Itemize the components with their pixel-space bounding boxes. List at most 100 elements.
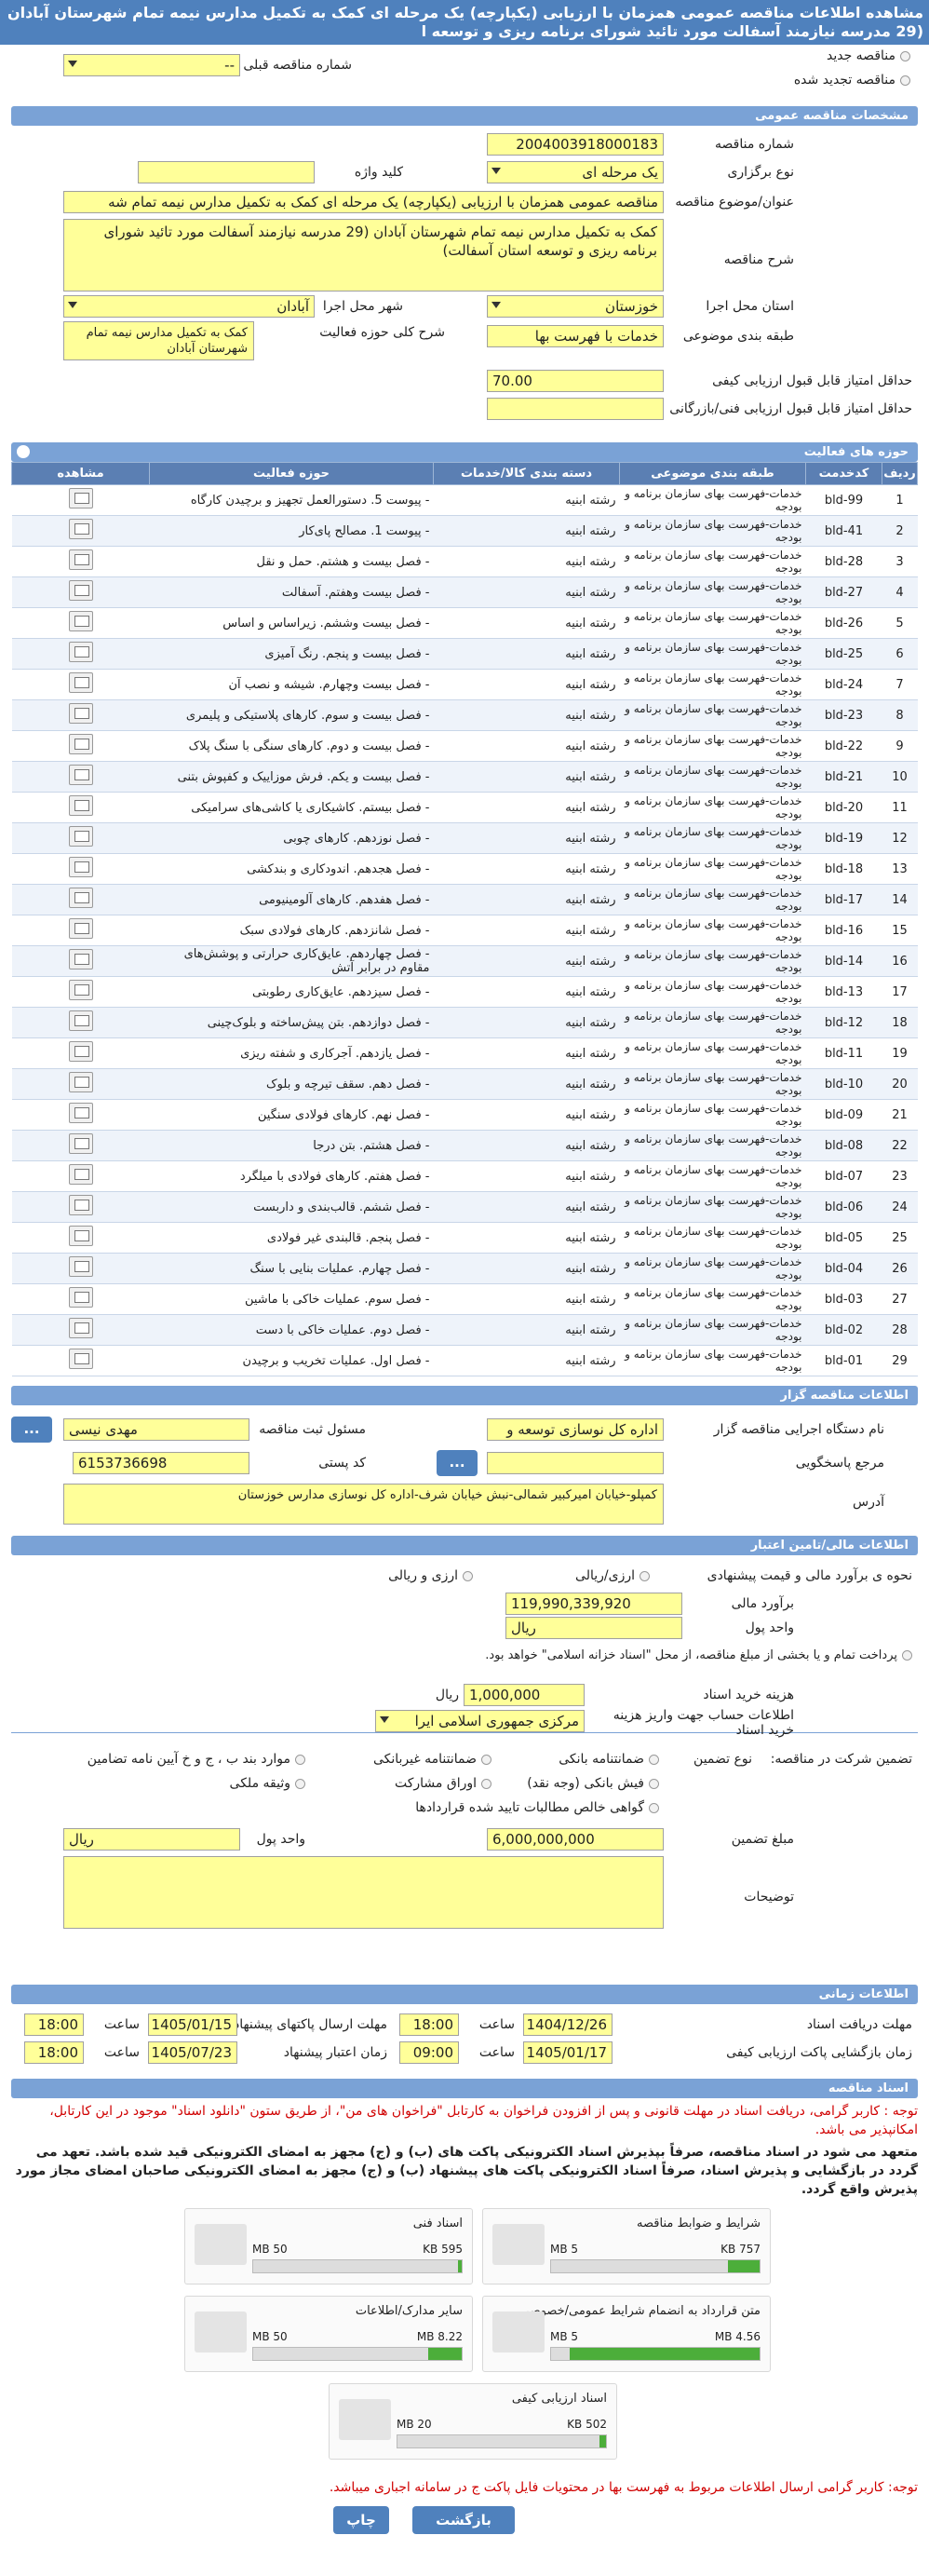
send-time[interactable]: 18:00 <box>24 2013 84 2036</box>
view-cell <box>11 1037 150 1069</box>
checkbox-icon[interactable] <box>649 1802 659 1813</box>
arz-option[interactable]: ارزی و ریالی <box>388 1568 473 1583</box>
view-icon[interactable] <box>68 1041 93 1062</box>
select-responsible-button[interactable]: ... <box>11 1417 52 1443</box>
description-field[interactable]: کمک به تکمیل مدارس نیمه تمام شهرستان آبا… <box>63 219 664 291</box>
back-button[interactable]: بازگشت <box>412 2506 515 2534</box>
previous-tender-select[interactable]: -- <box>63 54 240 76</box>
checkbox-icon[interactable] <box>295 1778 305 1789</box>
currency-field[interactable]: ریال <box>505 1617 682 1639</box>
view-icon[interactable] <box>68 980 93 1000</box>
checkbox-icon[interactable] <box>649 1778 659 1789</box>
file-card[interactable]: اسناد فنی 595 KB 50 MB <box>184 2208 473 2285</box>
view-icon[interactable] <box>68 1226 93 1246</box>
renewed-tender-option[interactable]: مناقصه تجدید شده <box>794 73 910 88</box>
cash-option[interactable]: فیش بانکی (وجه نقد) <box>527 1776 659 1791</box>
new-tender-option[interactable]: مناقصه جدید <box>827 48 910 63</box>
open-date[interactable]: 1405/01/17 <box>523 2041 613 2064</box>
print-button[interactable]: چاپ <box>333 2506 389 2534</box>
view-icon[interactable] <box>68 1256 93 1277</box>
min-quality-field[interactable]: 70.00 <box>487 370 664 392</box>
checkbox-icon[interactable] <box>649 1754 659 1765</box>
certificate-option[interactable]: گواهی خالص مطالبات تایید شده قراردادها <box>415 1800 659 1815</box>
view-icon[interactable] <box>68 888 93 908</box>
subject-field[interactable]: مناقصه عمومی همزمان با ارزیابی (یکپارچه)… <box>63 191 664 213</box>
checkbox-icon[interactable] <box>295 1754 305 1765</box>
holding-type-select[interactable]: یک مرحله ای <box>487 161 664 183</box>
collapse-icon[interactable] <box>17 445 30 458</box>
validity-time[interactable]: 18:00 <box>24 2041 84 2064</box>
view-icon[interactable] <box>68 580 93 601</box>
bank-guarantee-option[interactable]: ضمانتنامه بانکی <box>559 1752 659 1767</box>
reference-field[interactable] <box>487 1452 664 1474</box>
view-icon[interactable] <box>68 765 93 785</box>
view-icon[interactable] <box>68 1010 93 1031</box>
org-field[interactable]: اداره کل نوسازی توسعه و <box>487 1418 664 1441</box>
keyword-field[interactable] <box>138 161 315 183</box>
nonbank-guarantee-option[interactable]: ضمانتنامه غیربانکی <box>373 1752 491 1767</box>
category-cell: خدمات-فهرست بهای سازمان برنامه و بودجه <box>619 515 806 547</box>
view-icon[interactable] <box>68 1164 93 1185</box>
tender-no-field[interactable]: 2004003918000183 <box>487 133 664 156</box>
city-select[interactable]: آبادان <box>63 295 315 318</box>
notes-field[interactable] <box>63 1856 664 1929</box>
view-icon[interactable] <box>68 1072 93 1092</box>
guarantee-currency-field[interactable]: ریال <box>63 1828 240 1851</box>
view-icon[interactable] <box>68 488 93 508</box>
doc-fee-field[interactable]: 1,000,000 <box>464 1684 585 1706</box>
get-docs-date[interactable]: 1404/12/26 <box>523 2013 613 2036</box>
open-time[interactable]: 09:00 <box>399 2041 459 2064</box>
view-icon[interactable] <box>68 918 93 939</box>
file-card[interactable]: متن قرارداد به انضمام شرایط عمومی/خصوصی 4… <box>482 2296 771 2372</box>
postal-field[interactable]: 6153736698 <box>73 1452 249 1474</box>
view-icon[interactable] <box>68 826 93 847</box>
view-icon[interactable] <box>68 1349 93 1369</box>
service-code: bld-27 <box>805 576 882 608</box>
province-select[interactable]: خوزستان <box>487 295 664 318</box>
checkbox-icon[interactable] <box>481 1754 491 1765</box>
estimate-field[interactable]: 119,990,339,920 <box>505 1593 682 1615</box>
get-docs-time[interactable]: 18:00 <box>399 2013 459 2036</box>
view-icon[interactable] <box>68 1195 93 1215</box>
responsible-field[interactable]: مهدی نیسی <box>63 1418 249 1441</box>
activities-table: ردیف کدخدمت طبقه بندی موضوعی دسته بندی ک… <box>11 462 918 1376</box>
rial-option[interactable]: ارزی/ریالی <box>575 1568 650 1583</box>
view-icon[interactable] <box>68 734 93 754</box>
radio-icon[interactable] <box>900 50 910 61</box>
view-icon[interactable] <box>68 795 93 816</box>
address-field[interactable]: کمپلو-خیابان امیرکبیر شمالی-نبش خیابان ش… <box>63 1484 664 1525</box>
radio-icon[interactable] <box>463 1570 473 1581</box>
radio-icon[interactable] <box>900 75 910 86</box>
select-reference-button[interactable]: ... <box>437 1450 478 1476</box>
view-icon[interactable] <box>68 703 93 724</box>
radio-icon[interactable] <box>640 1570 650 1581</box>
view-icon[interactable] <box>68 1318 93 1338</box>
view-icon[interactable] <box>68 642 93 662</box>
checkbox-icon[interactable] <box>902 1650 912 1661</box>
view-icon[interactable] <box>68 519 93 539</box>
activity-desc-field[interactable]: کمک به تکمیل مدارس نیمه تمام شهرستان آبا… <box>63 321 254 360</box>
view-icon[interactable] <box>68 549 93 570</box>
bonds-option[interactable]: اوراق مشارکت <box>395 1776 491 1791</box>
file-card[interactable]: اسناد ارزیابی کیفی 502 KB 20 MB <box>329 2383 617 2460</box>
account-select[interactable]: مرکزی جمهوری اسلامی ایرا <box>375 1710 585 1732</box>
view-icon[interactable] <box>68 1103 93 1123</box>
category-field[interactable]: خدمات با فهرست بها <box>487 325 664 347</box>
view-icon[interactable] <box>68 672 93 693</box>
view-icon[interactable] <box>68 1133 93 1154</box>
file-card[interactable]: سایر مدارک/اطلاعات 8.22 MB 50 MB <box>184 2296 473 2372</box>
amount-field[interactable]: 6,000,000,000 <box>487 1828 664 1851</box>
file-card[interactable]: شرایط و ضوابط مناقصه 757 KB 5 MB <box>482 2208 771 2285</box>
property-option[interactable]: وثیقه ملکی <box>230 1776 305 1791</box>
send-date[interactable]: 1405/01/15 <box>148 2013 237 2036</box>
validity-date[interactable]: 1405/07/23 <box>148 2041 237 2064</box>
checkbox-icon[interactable] <box>481 1778 491 1789</box>
view-icon[interactable] <box>68 949 93 969</box>
organizer-header: اطلاعات مناقصه گزار <box>11 1386 918 1405</box>
view-icon[interactable] <box>68 611 93 631</box>
min-tech-field[interactable] <box>487 398 664 420</box>
view-icon[interactable] <box>68 857 93 877</box>
view-icon[interactable] <box>68 1287 93 1308</box>
clause-option[interactable]: موارد بند ب ، ج و خ آیین نامه تضامین <box>88 1752 305 1767</box>
category-cell: خدمات-فهرست بهای سازمان برنامه و بودجه <box>619 853 806 885</box>
